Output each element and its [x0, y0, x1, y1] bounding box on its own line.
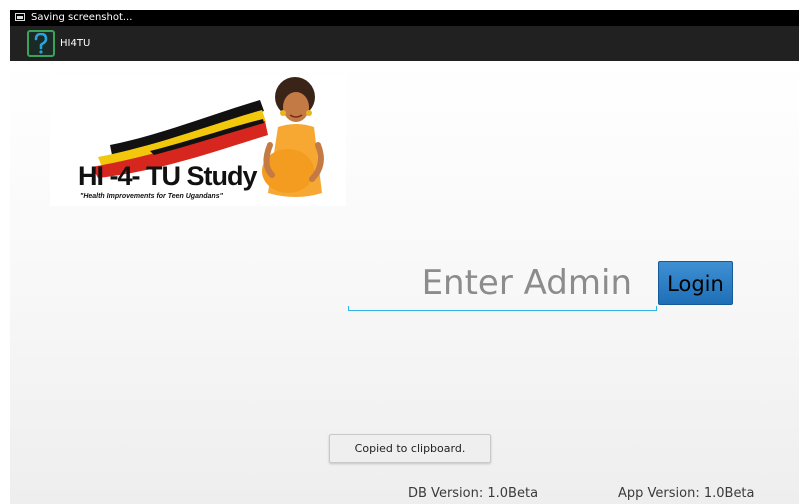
action-bar: HI4TU	[10, 26, 799, 61]
main-content: HI -4- TU Study "Health Improvements for…	[10, 61, 799, 504]
status-text: Saving screenshot...	[31, 12, 133, 23]
screenshot-icon	[15, 13, 25, 21]
status-bar: Saving screenshot...	[10, 10, 799, 26]
login-button[interactable]: Login	[658, 261, 733, 305]
app-title: HI4TU	[60, 38, 91, 49]
study-logo: HI -4- TU Study "Health Improvements for…	[50, 75, 346, 206]
app-version-label: App Version: 1.0Beta	[618, 486, 755, 501]
toast-message: Copied to clipboard.	[329, 434, 491, 463]
logo-subtitle: "Health Improvements for Teen Ugandans"	[80, 193, 223, 200]
db-version-label: DB Version: 1.0Beta	[408, 486, 539, 501]
question-mark-app-icon[interactable]	[27, 30, 55, 57]
logo-title: HI -4- TU Study	[78, 161, 257, 191]
admin-input[interactable]	[348, 259, 657, 307]
admin-field[interactable]	[348, 259, 657, 311]
device-screen: Saving screenshot... HI4TU HI -4- TU Stu…	[10, 10, 799, 504]
